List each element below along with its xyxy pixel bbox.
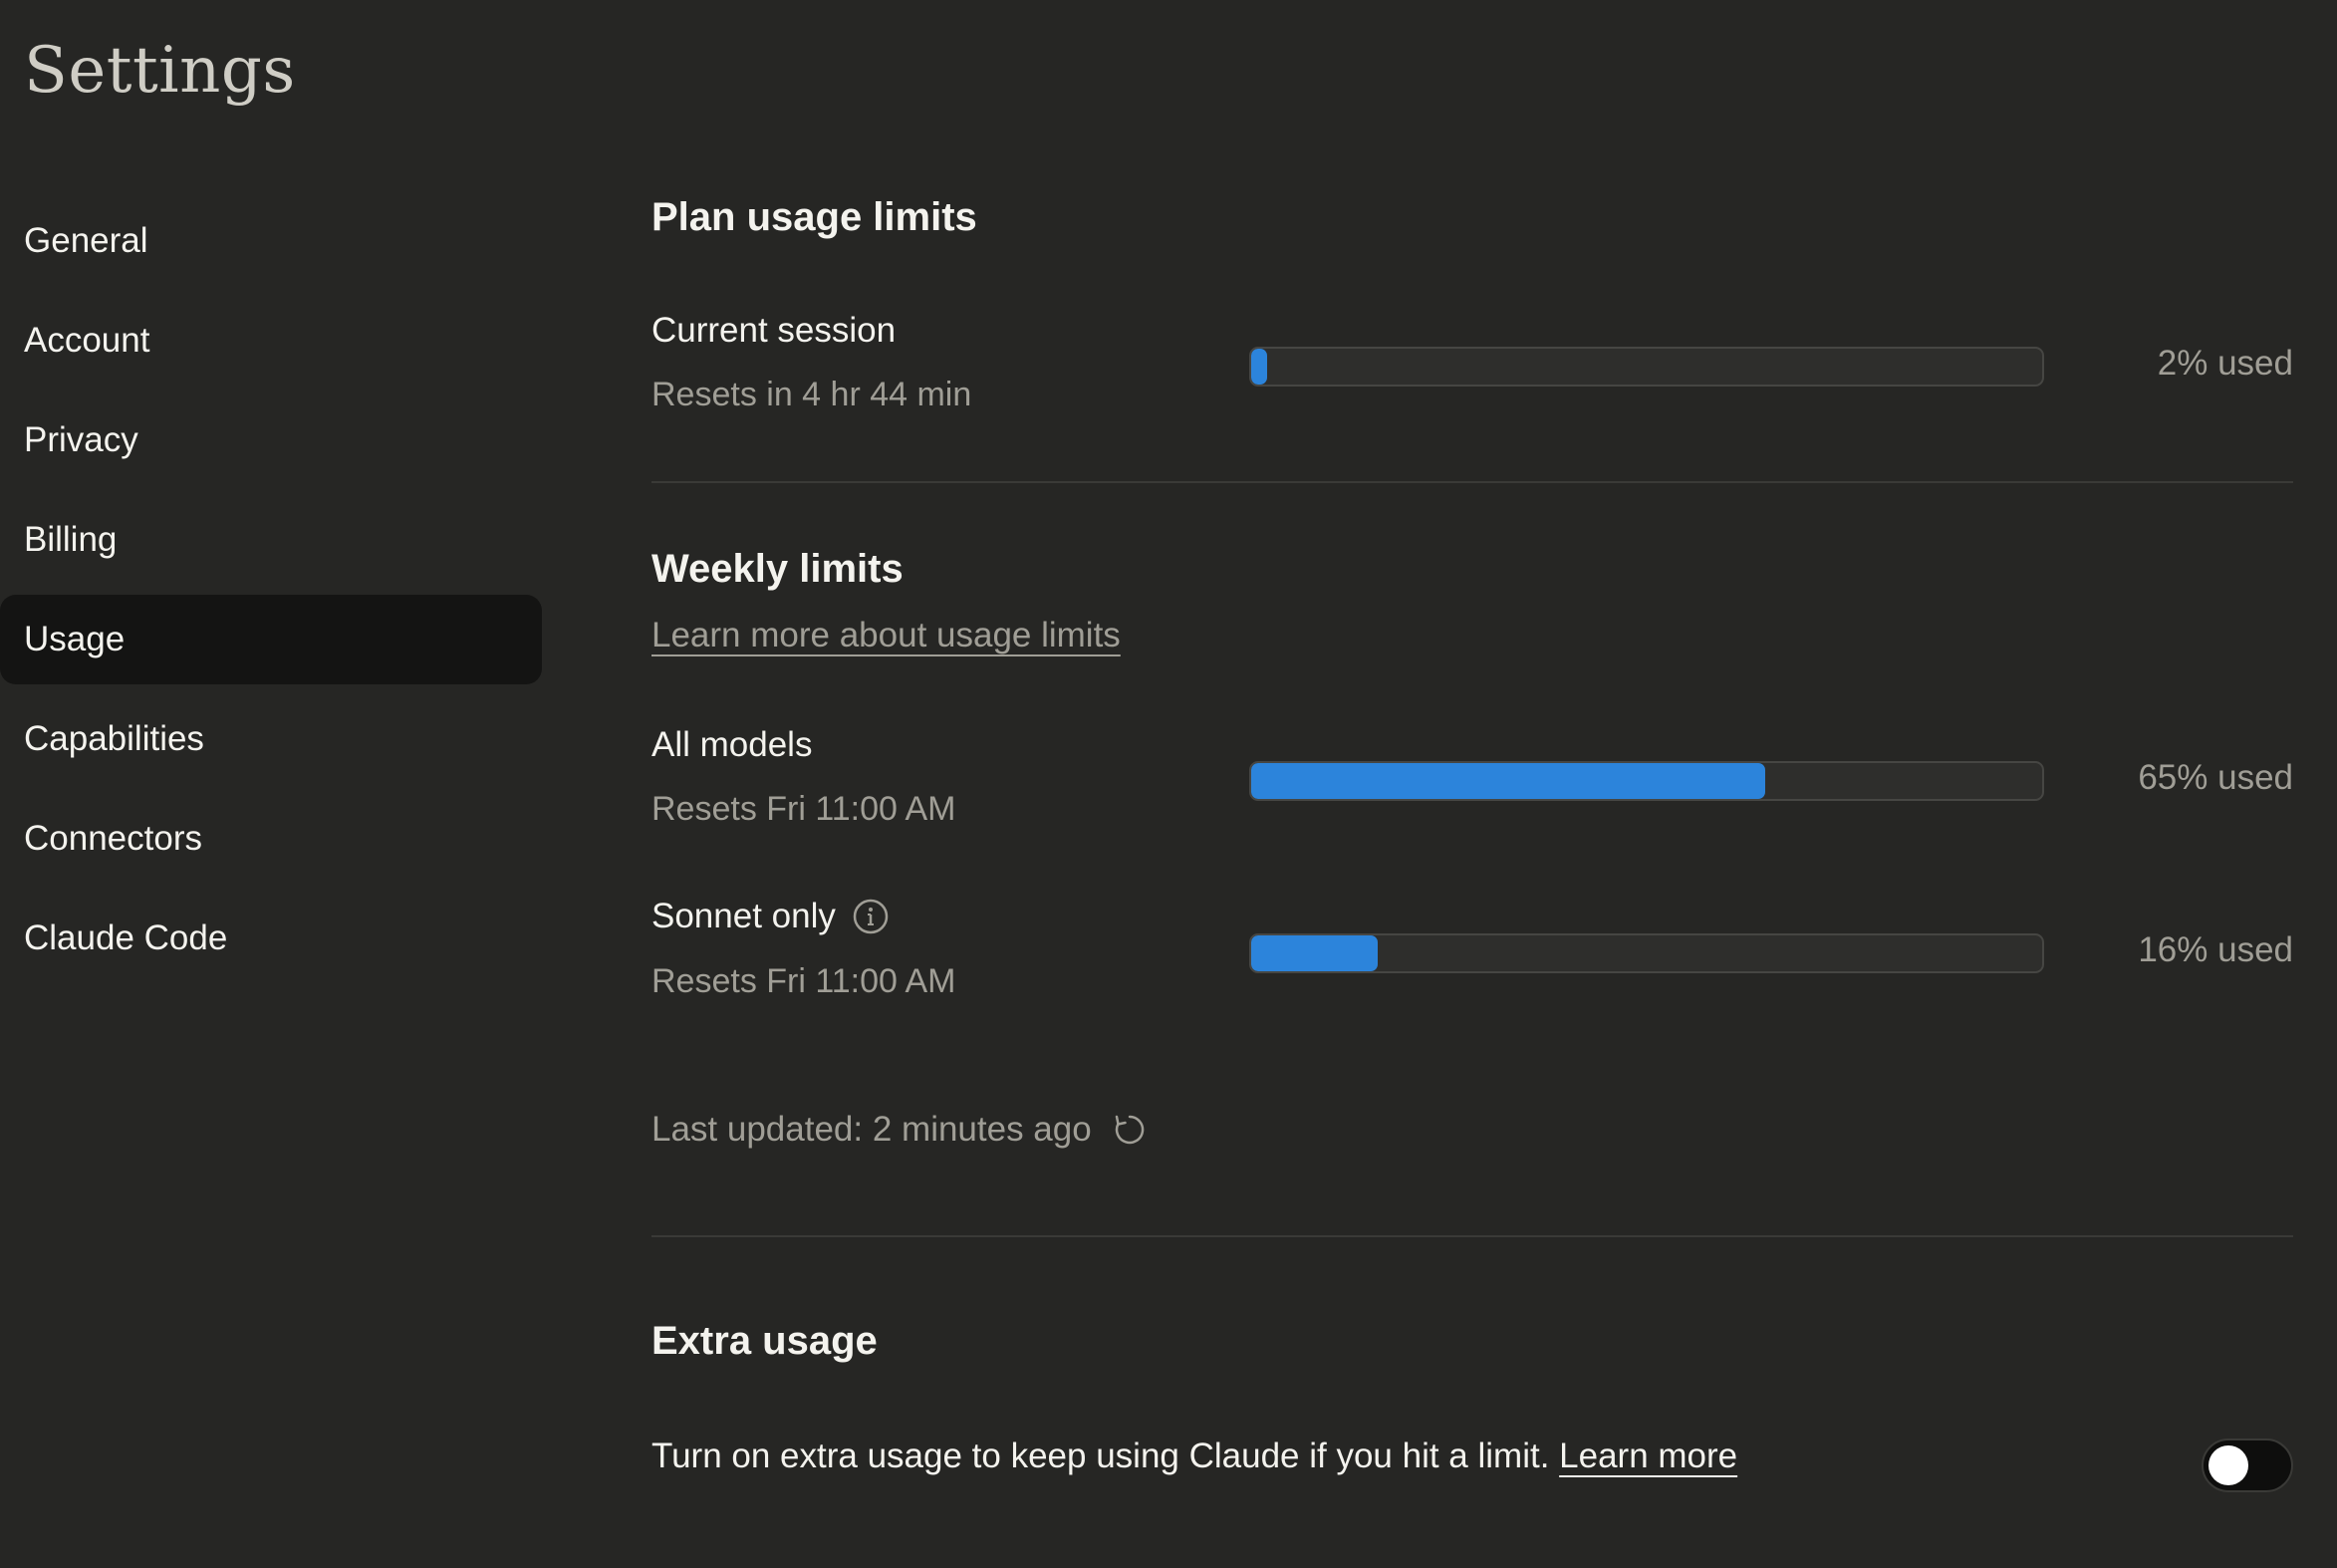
sidebar-item-general[interactable]: General xyxy=(0,196,542,286)
extra-usage-description-row: Turn on extra usage to keep using Claude… xyxy=(651,1437,1737,1476)
sidebar-item-connectors[interactable]: Connectors xyxy=(0,794,542,884)
all-models-progress-fill xyxy=(1251,763,1766,799)
sidebar-item-label: Connectors xyxy=(24,819,202,858)
settings-sidebar: General Account Privacy Billing Usage Ca… xyxy=(0,196,542,993)
all-models-label: All models xyxy=(651,725,813,764)
sidebar-item-label: Privacy xyxy=(24,420,138,459)
section-divider xyxy=(651,1235,2293,1237)
all-models-progress-bar xyxy=(1249,761,2044,801)
info-icon[interactable] xyxy=(852,898,890,935)
sidebar-item-label: Claude Code xyxy=(24,918,228,957)
last-updated-text: Last updated: 2 minutes ago xyxy=(651,1110,1092,1149)
sidebar-item-label: Capabilities xyxy=(24,719,204,758)
sidebar-item-label: Billing xyxy=(24,520,118,559)
current-session-percent: 2% used xyxy=(2157,344,2293,383)
current-session-reset: Resets in 4 hr 44 min xyxy=(651,376,972,413)
sidebar-item-capabilities[interactable]: Capabilities xyxy=(0,694,542,784)
sonnet-only-label: Sonnet only xyxy=(651,897,836,935)
extra-usage-toggle[interactable] xyxy=(2202,1438,2293,1492)
learn-more-usage-limits-link[interactable]: Learn more about usage limits xyxy=(651,616,1121,655)
refresh-icon[interactable] xyxy=(1112,1112,1148,1148)
sidebar-item-account[interactable]: Account xyxy=(0,296,542,386)
sonnet-only-progress-fill xyxy=(1251,935,1379,971)
toggle-knob xyxy=(2208,1445,2248,1485)
sonnet-only-progress-bar xyxy=(1249,933,2044,973)
sidebar-item-label: Usage xyxy=(24,620,126,658)
sidebar-item-claude-code[interactable]: Claude Code xyxy=(0,894,542,983)
sidebar-item-usage[interactable]: Usage xyxy=(0,595,542,684)
all-models-percent: 65% used xyxy=(2138,758,2293,797)
current-session-progress-fill xyxy=(1251,349,1267,385)
all-models-reset: Resets Fri 11:00 AM xyxy=(651,790,956,828)
sidebar-item-billing[interactable]: Billing xyxy=(0,495,542,585)
last-updated-row: Last updated: 2 minutes ago xyxy=(651,1110,1148,1150)
section-divider xyxy=(651,481,2293,483)
sonnet-only-percent: 16% used xyxy=(2138,930,2293,969)
sidebar-item-label: General xyxy=(24,221,148,260)
sonnet-only-row-title: Sonnet only xyxy=(651,897,890,936)
sidebar-item-label: Account xyxy=(24,321,150,360)
sidebar-item-privacy[interactable]: Privacy xyxy=(0,395,542,485)
sonnet-only-reset: Resets Fri 11:00 AM xyxy=(651,962,956,1000)
plan-usage-limits-heading: Plan usage limits xyxy=(651,195,977,239)
usage-panel: Plan usage limits Current session Resets… xyxy=(651,0,2293,1568)
extra-usage-description: Turn on extra usage to keep using Claude… xyxy=(651,1437,1560,1475)
current-session-label: Current session xyxy=(651,311,897,350)
current-session-progress-bar xyxy=(1249,347,2044,387)
weekly-limits-heading: Weekly limits xyxy=(651,547,904,591)
extra-usage-heading: Extra usage xyxy=(651,1319,878,1363)
page-title: Settings xyxy=(24,34,296,108)
extra-usage-learn-more-link[interactable]: Learn more xyxy=(1559,1437,1737,1475)
